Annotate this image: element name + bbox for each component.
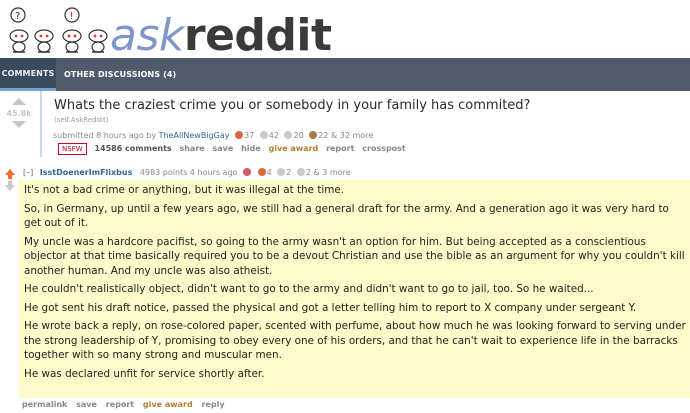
comment-save-button[interactable]: save bbox=[76, 400, 97, 409]
top-comment: [–] IsstDoenerImFlixbus 4983 points 4 ho… bbox=[0, 163, 690, 413]
comment-author-link[interactable]: IsstDoenerImFlixbus bbox=[40, 168, 133, 177]
svg-text:?: ? bbox=[15, 11, 20, 22]
tab-other-discussions[interactable]: OTHER DISCUSSIONS (4) bbox=[64, 58, 176, 91]
post-entry: 45.8k Whats the craziest crime you or so… bbox=[0, 91, 690, 161]
crosspost-button[interactable]: crosspost bbox=[362, 144, 406, 153]
award-count: 2 bbox=[305, 168, 311, 177]
downvote-arrow-icon[interactable] bbox=[12, 121, 26, 128]
logo-suffix: reddit bbox=[183, 10, 332, 61]
award-icon[interactable] bbox=[235, 131, 244, 139]
collapse-toggle[interactable]: [–] bbox=[23, 168, 33, 177]
give-award-button[interactable]: give award bbox=[269, 144, 319, 153]
share-button[interactable]: share bbox=[179, 144, 204, 153]
award-count: 20 bbox=[293, 131, 304, 140]
nsfw-badge: NSFW bbox=[58, 143, 87, 155]
comment-paragraph: It's not a bad crime or anything, but it… bbox=[24, 184, 345, 196]
post-buttons: NSFW 14586 comments share save hide give… bbox=[58, 143, 411, 155]
comment-tagline: [–] IsstDoenerImFlixbus 4983 points 4 ho… bbox=[23, 168, 351, 177]
permalink-button[interactable]: permalink bbox=[22, 400, 67, 409]
comment-paragraph: He got sent his draft notice, passed the… bbox=[24, 301, 637, 314]
comment-downvote-icon[interactable] bbox=[5, 185, 15, 191]
submitted-text: submitted 8 hours ago by bbox=[53, 131, 157, 140]
subreddit-logo[interactable]: askreddit bbox=[110, 10, 332, 62]
comment-give-award-button[interactable]: give award bbox=[143, 400, 193, 409]
award-count: 4 bbox=[266, 168, 272, 177]
award-icon[interactable] bbox=[284, 131, 293, 139]
award-count: 42 bbox=[268, 131, 279, 140]
logo-prefix: ask bbox=[110, 10, 184, 61]
post-tagline: submitted 8 hours ago by TheAllNewBigGay… bbox=[53, 131, 373, 140]
svg-text:!: ! bbox=[70, 11, 74, 22]
tab-bar: COMMENTS OTHER DISCUSSIONS (4) bbox=[0, 58, 690, 91]
comment-paragraph: So, in Germany, up until a few years ago… bbox=[24, 202, 669, 230]
subreddit-header: ? ! askreddit bbox=[0, 0, 690, 61]
snoo-mascots-icon: ? ! bbox=[9, 7, 108, 53]
award-count: 2 bbox=[286, 168, 292, 177]
upvote-arrow-icon[interactable] bbox=[12, 98, 26, 105]
award-icon[interactable] bbox=[243, 168, 252, 176]
award-icon[interactable] bbox=[259, 131, 268, 139]
post-author-link[interactable]: TheAllNewBigGay bbox=[159, 131, 230, 140]
comment-paragraph: He wrote back a reply, on rose-colored p… bbox=[24, 320, 686, 361]
comments-link[interactable]: 14586 comments bbox=[94, 144, 171, 153]
award-icon[interactable] bbox=[309, 131, 318, 139]
award-icon[interactable] bbox=[277, 168, 286, 176]
tab-comments[interactable]: COMMENTS bbox=[0, 58, 56, 91]
report-button[interactable]: report bbox=[326, 144, 354, 153]
comment-paragraph: He couldn't realistically object, didn't… bbox=[24, 283, 594, 295]
award-icon[interactable] bbox=[296, 168, 305, 176]
reply-button[interactable]: reply bbox=[201, 400, 224, 409]
comment-buttons: permalink save report give award reply bbox=[22, 400, 231, 409]
post-score: 45.8k bbox=[6, 109, 32, 118]
comment-body: It's not a bad crime or anything, but it… bbox=[19, 180, 690, 398]
save-button[interactable]: save bbox=[213, 144, 234, 153]
more-awards-link[interactable]: & 3 more bbox=[313, 168, 350, 177]
hide-button[interactable]: hide bbox=[241, 144, 261, 153]
more-awards-link[interactable]: & 32 more bbox=[331, 131, 373, 140]
comment-paragraph: He was declared unfit for service shortl… bbox=[24, 367, 265, 380]
comment-paragraph: My uncle was a hardcore pacifist, so goi… bbox=[24, 235, 685, 277]
comment-upvote-stem[interactable] bbox=[8, 175, 12, 179]
post-divider bbox=[40, 91, 42, 157]
comment-report-button[interactable]: report bbox=[106, 400, 134, 409]
award-count: 22 bbox=[318, 131, 329, 140]
award-icon[interactable] bbox=[257, 168, 266, 176]
award-count: 37 bbox=[244, 131, 255, 140]
post-title[interactable]: Whats the craziest crime you or somebody… bbox=[54, 98, 530, 113]
post-domain[interactable]: (self.AskReddit) bbox=[54, 116, 108, 124]
comment-meta: 4983 points 4 hours ago bbox=[139, 168, 238, 177]
